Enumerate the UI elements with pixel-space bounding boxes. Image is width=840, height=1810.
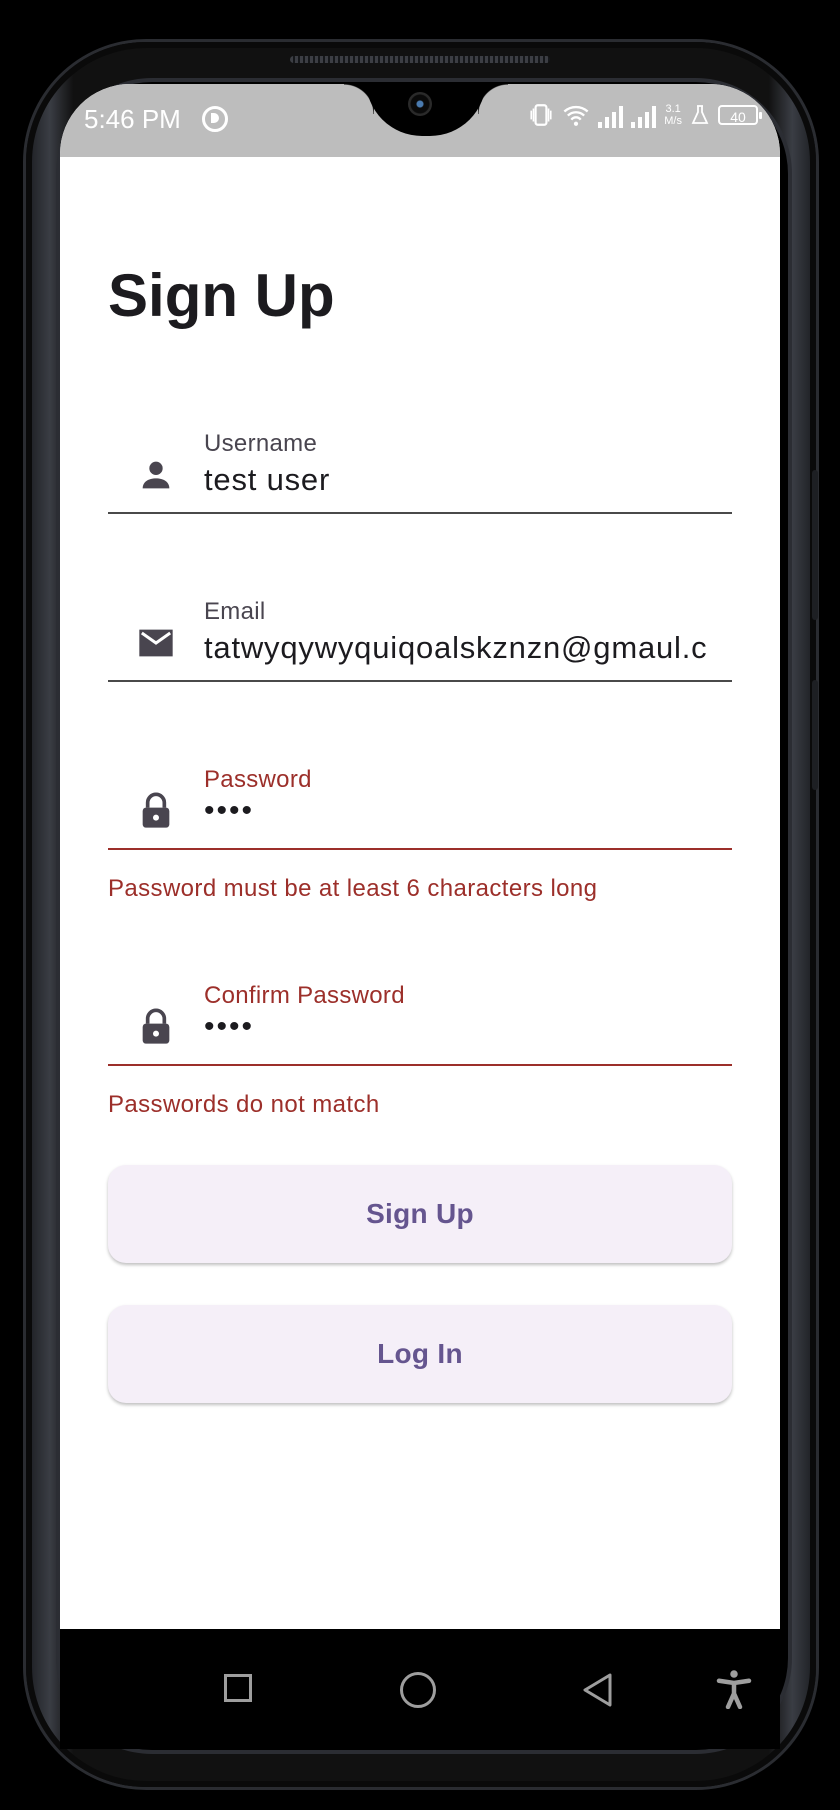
password-input[interactable]: •••• bbox=[204, 794, 732, 828]
confirm-password-underline bbox=[108, 1064, 732, 1066]
navigation-bar bbox=[60, 1629, 780, 1749]
power-button bbox=[812, 680, 818, 790]
person-icon bbox=[142, 461, 170, 489]
signal-icon-2 bbox=[631, 102, 657, 128]
email-input[interactable]: tatwyqywyquiqoalskznzn@gmaul.c bbox=[204, 630, 732, 666]
email-field[interactable]: Email tatwyqywyquiqoalskznzn@gmaul.c bbox=[108, 582, 732, 682]
username-underline bbox=[108, 512, 732, 514]
username-field[interactable]: Username test user bbox=[108, 414, 732, 514]
password-error: Password must be at least 6 characters l… bbox=[108, 875, 598, 902]
status-icons: 3.1 M/s 40 bbox=[528, 102, 762, 128]
page-title: Sign Up bbox=[108, 262, 335, 329]
flask-icon bbox=[691, 105, 709, 124]
username-input[interactable]: test user bbox=[204, 462, 732, 498]
username-label: Username bbox=[204, 430, 318, 457]
battery-icon: 40 bbox=[718, 105, 762, 125]
log-in-button[interactable]: Log In bbox=[108, 1305, 732, 1403]
notch-shoulder-right bbox=[478, 84, 508, 114]
password-label: Password bbox=[204, 766, 312, 793]
sign-up-button[interactable]: Sign Up bbox=[108, 1165, 732, 1263]
email-underline bbox=[108, 680, 732, 682]
status-bar: 5:46 PM 3.1 M/s 40 bbox=[60, 84, 780, 157]
password-field[interactable]: Password •••• bbox=[108, 750, 732, 850]
email-label: Email bbox=[204, 598, 266, 625]
network-speed-unit: M/s bbox=[664, 115, 682, 127]
vibrate-icon bbox=[530, 104, 552, 126]
wifi-icon bbox=[563, 105, 589, 126]
network-speed-value: 3.1 bbox=[665, 103, 681, 115]
lock-icon bbox=[142, 792, 170, 828]
app-notification-icon bbox=[202, 106, 228, 132]
earpiece-speaker bbox=[290, 56, 550, 63]
front-camera bbox=[408, 92, 432, 116]
network-speed: 3.1 M/s bbox=[664, 103, 682, 127]
phone-screen: 5:46 PM 3.1 M/s 40 Sign Up Username test… bbox=[60, 84, 780, 1629]
mail-icon bbox=[139, 629, 173, 657]
recents-square-icon[interactable] bbox=[224, 1674, 252, 1702]
password-underline bbox=[108, 848, 732, 850]
confirm-password-label: Confirm Password bbox=[204, 982, 405, 1009]
signal-icon bbox=[598, 102, 624, 128]
home-circle-icon[interactable] bbox=[400, 1672, 436, 1708]
confirm-password-field[interactable]: Confirm Password •••• bbox=[108, 966, 732, 1066]
volume-button bbox=[812, 470, 818, 620]
confirm-password-error: Passwords do not match bbox=[108, 1091, 380, 1118]
accessibility-icon[interactable] bbox=[716, 1669, 752, 1709]
confirm-password-input[interactable]: •••• bbox=[204, 1010, 732, 1044]
back-triangle-icon[interactable] bbox=[580, 1671, 616, 1709]
lock-icon bbox=[142, 1008, 170, 1044]
status-time: 5:46 PM bbox=[84, 104, 181, 134]
